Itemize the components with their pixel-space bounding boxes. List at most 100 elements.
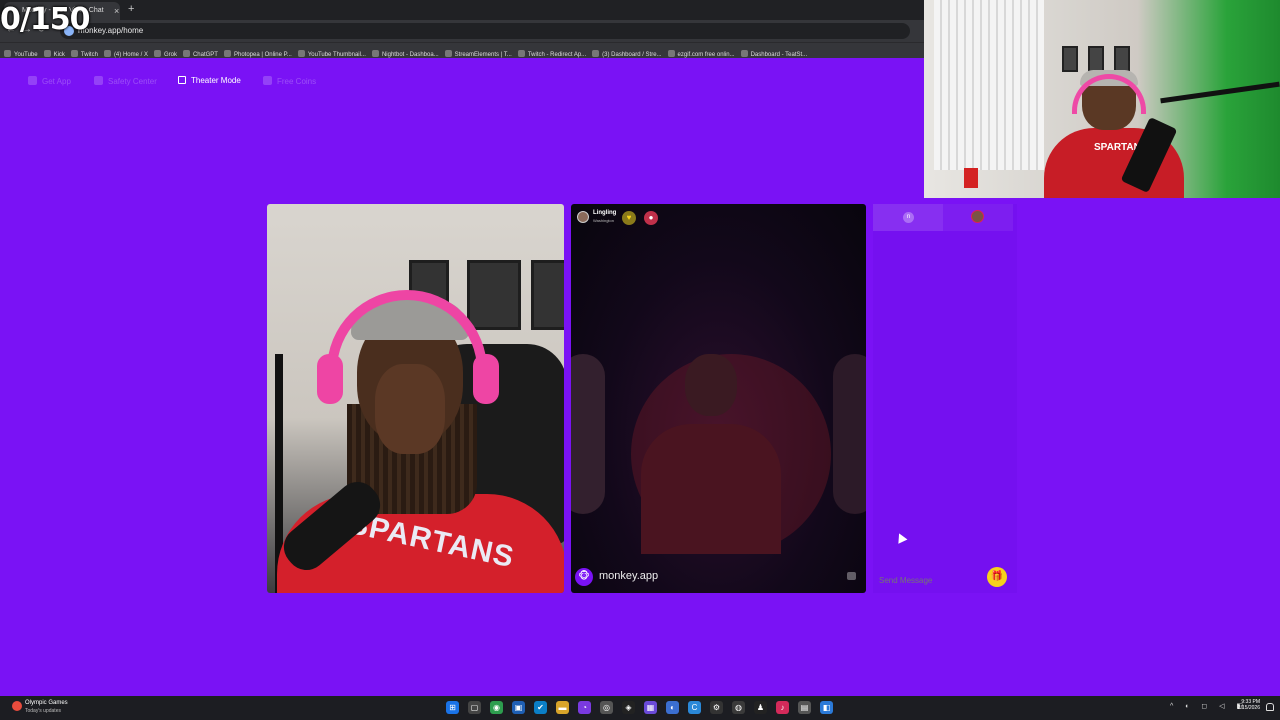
- bookmark-favicon-icon: [182, 50, 190, 57]
- chrome-icon[interactable]: ◉: [490, 701, 503, 714]
- widget-subtitle: Today's updates: [25, 708, 61, 714]
- bookmark-label: ezgif.com free onlin...: [677, 52, 735, 58]
- nav-theater-mode[interactable]: Theater Mode: [178, 76, 241, 85]
- brand-name: monkey.app: [599, 570, 659, 582]
- bookmark-favicon-icon: [740, 50, 748, 57]
- headphone-cup: [317, 354, 343, 404]
- bookmark-favicon-icon: [223, 50, 231, 57]
- bookmark-favicon-icon: [592, 50, 600, 57]
- peer-avatar[interactable]: [577, 211, 589, 223]
- notification-bell-icon[interactable]: [1266, 703, 1274, 711]
- bookmark-item[interactable]: (3) Dashboard / Stre...: [592, 48, 662, 58]
- bookmark-item[interactable]: YouTube Thumbnail...: [297, 48, 366, 58]
- olympics-icon: [12, 701, 22, 711]
- peer-location: Washington: [593, 218, 614, 223]
- peer-person: [641, 424, 781, 554]
- bookmark-favicon-icon: [667, 50, 675, 57]
- peer-person: [833, 354, 866, 514]
- bookmark-label: Twitch: [80, 52, 98, 58]
- clock[interactable]: 9:33 PM 2/15/2026: [1228, 699, 1260, 711]
- peer-person: [571, 354, 605, 514]
- shield-icon: [94, 76, 103, 85]
- bookmark-favicon-icon: [444, 50, 452, 57]
- bookmark-item[interactable]: Twitch - Redirect Ap...: [517, 48, 587, 58]
- tab-close-icon[interactable]: ×: [114, 6, 119, 16]
- bookmark-item[interactable]: StreamElements | T...: [444, 48, 512, 58]
- bookmark-item[interactable]: Nightbot - Dashboa...: [371, 48, 439, 58]
- tab-self[interactable]: n: [873, 204, 943, 231]
- bookmark-favicon-icon: [153, 50, 161, 57]
- headphones: [327, 290, 487, 400]
- chat-tabs: n: [873, 204, 1013, 231]
- bookmark-favicon-icon: [43, 50, 51, 57]
- bookmark-favicon-icon: [4, 50, 11, 57]
- taskbar: Olympic Games Today's updates ⊞ ▢ ◉ ▣ ✔ …: [0, 696, 1280, 720]
- nav-safety-center[interactable]: Safety Center: [94, 76, 157, 86]
- vscode-icon[interactable]: ✔: [534, 701, 547, 714]
- peer-avatar[interactable]: [971, 210, 984, 223]
- bookmark-item[interactable]: Dashboard - TeatSt...: [740, 48, 808, 58]
- poster-frame: [531, 260, 564, 330]
- nav-get-app[interactable]: Get App: [28, 76, 71, 86]
- address-bar-row: ←→⟳ monkey.app/home: [0, 20, 924, 42]
- bookmark-label: YouTube: [14, 52, 38, 58]
- bookmark-item[interactable]: (4) Home / X: [103, 48, 148, 58]
- bookmark-label: Dashboard - TeatSt...: [750, 52, 808, 58]
- app-icon[interactable]: ⚙: [710, 701, 723, 714]
- streamer-webcam: SPARTANS: [924, 0, 1280, 198]
- bookmark-item[interactable]: Twitch: [70, 48, 98, 58]
- peer-name: Lingling: [593, 210, 617, 216]
- nav-free-coins[interactable]: Free Coins: [263, 76, 316, 86]
- bookmark-item[interactable]: ChatGPT: [182, 48, 218, 58]
- poster-frame: [467, 260, 521, 330]
- monkey-logo-icon: 🐵: [575, 568, 593, 586]
- bookmark-label: ChatGPT: [192, 52, 218, 58]
- peer-video: Lingling Washington ♥ ● 🐵 monkey.app: [571, 204, 866, 593]
- add-friend-icon[interactable]: ♥: [622, 211, 636, 225]
- bookmarks-bar: YouTube Kick Twitch (4) Home / X Grok ChatGPT…: [0, 42, 924, 58]
- self-video: SPARTANS: [267, 204, 564, 593]
- bookmark-item[interactable]: ezgif.com free onlin...: [667, 48, 735, 58]
- search-icon[interactable]: ▢: [468, 701, 481, 714]
- tiktok-icon[interactable]: ♪: [776, 701, 789, 714]
- bookmark-favicon-icon: [70, 50, 78, 57]
- app-icon[interactable]: ▦: [644, 701, 657, 714]
- stream-counter: 0/150: [0, 2, 90, 37]
- bookmark-label: YouTube Thumbnail...: [307, 52, 366, 58]
- window-blinds: [934, 0, 1044, 170]
- bookmark-label: (4) Home / X: [113, 52, 148, 58]
- poster-frame: [1062, 46, 1078, 72]
- bookmark-item[interactable]: Photopea | Online P...: [223, 48, 292, 58]
- new-tab-button[interactable]: +: [128, 3, 134, 15]
- gift-button[interactable]: 🎁: [987, 567, 1007, 587]
- app-icon[interactable]: ◐: [666, 701, 679, 714]
- folder-icon[interactable]: ▬: [556, 701, 569, 714]
- self-avatar: n: [903, 212, 914, 223]
- app-icon[interactable]: ◧: [820, 701, 833, 714]
- discord-icon[interactable]: ◔: [578, 701, 591, 714]
- bookmark-item[interactable]: Kick: [43, 48, 65, 58]
- bookmark-favicon-icon: [371, 50, 379, 57]
- app-icon[interactable]: ◍: [732, 701, 745, 714]
- bookmark-label: StreamElements | T...: [454, 52, 512, 58]
- pip-icon[interactable]: [847, 572, 856, 580]
- app-icon[interactable]: ◈: [622, 701, 635, 714]
- clock-date: 2/15/2026: [1237, 705, 1260, 711]
- bookmark-label: Grok: [163, 52, 177, 58]
- app-icon[interactable]: C: [688, 701, 701, 714]
- obs-icon[interactable]: ◎: [600, 701, 613, 714]
- bookmark-item[interactable]: YouTube: [4, 48, 38, 58]
- bookmark-label: Nightbot - Dashboa...: [381, 52, 439, 58]
- bookmark-label: Twitch - Redirect Ap...: [527, 52, 587, 58]
- app-icon[interactable]: ♟: [754, 701, 767, 714]
- poster-frame: [1088, 46, 1104, 72]
- bookmark-item[interactable]: Grok: [153, 48, 177, 58]
- coin-icon: [263, 76, 272, 85]
- photos-icon[interactable]: ▣: [512, 701, 525, 714]
- report-icon[interactable]: ●: [644, 211, 658, 225]
- widget-title: Olympic Games: [25, 700, 68, 706]
- start-icon[interactable]: ⊞: [446, 701, 459, 714]
- address-bar[interactable]: monkey.app/home: [60, 23, 910, 39]
- red-cup: [964, 168, 978, 188]
- app-icon[interactable]: ▤: [798, 701, 811, 714]
